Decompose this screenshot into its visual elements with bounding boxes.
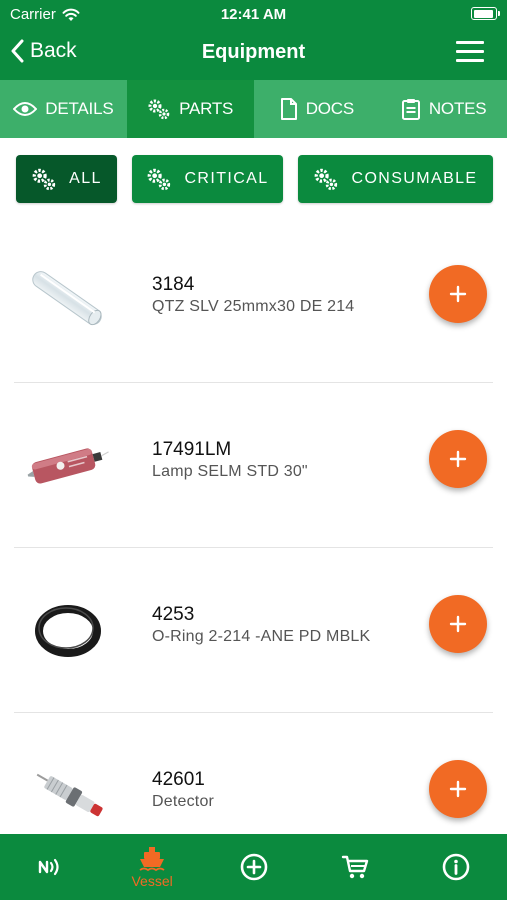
status-bar: Carrier 12:41 AM xyxy=(0,0,507,28)
navigation-bar: Back Equipment xyxy=(0,28,507,78)
info-icon xyxy=(443,853,470,881)
gears-icon xyxy=(148,168,171,191)
add-circle-icon xyxy=(240,853,267,881)
tab-add[interactable] xyxy=(203,834,304,900)
tab-nfc[interactable] xyxy=(0,834,101,900)
filter-all-label: ALL xyxy=(69,170,102,187)
part-number: 4253 xyxy=(152,604,195,625)
tab-parts-label: PARTS xyxy=(179,99,234,118)
filter-consumable-button[interactable]: CONSUMABLE xyxy=(298,155,493,203)
add-part-button[interactable] xyxy=(429,760,487,818)
part-description: Lamp SELM STD 30" xyxy=(152,463,308,480)
tab-docs-label: DOCS xyxy=(305,99,355,118)
page-title: Equipment xyxy=(201,41,306,63)
eye-icon xyxy=(13,102,38,116)
status-time: 12:41 AM xyxy=(220,6,287,23)
filter-consumable-label: CONSUMABLE xyxy=(351,170,478,187)
detector-image xyxy=(36,773,103,817)
list-item[interactable]: 4253 O-Ring 2-214 -ANE PD MBLK xyxy=(0,548,507,713)
filter-all-button[interactable]: ALL xyxy=(16,155,117,203)
part-number: 42601 xyxy=(152,769,205,790)
gears-icon xyxy=(32,168,56,191)
add-part-button[interactable] xyxy=(429,595,487,653)
uv-lamp-image xyxy=(27,448,109,484)
o-ring-image xyxy=(35,605,101,657)
gears-icon xyxy=(315,168,338,191)
tab-cart[interactable] xyxy=(304,834,405,900)
part-description: QTZ SLV 25mmx30 DE 214 xyxy=(152,298,355,315)
part-description: Detector xyxy=(152,793,215,810)
list-item[interactable]: 17491LM Lamp SELM STD 30" xyxy=(0,383,507,548)
list-item[interactable]: 3184 QTZ SLV 25mmx30 DE 214 xyxy=(0,218,507,383)
filter-critical-button[interactable]: CRITICAL xyxy=(132,155,283,203)
filter-chips: ALL CRITICAL CONSUMABLE xyxy=(0,138,507,218)
hamburger-menu-icon[interactable] xyxy=(456,41,484,63)
tab-notes[interactable]: NOTES xyxy=(380,80,507,138)
clipboard-icon xyxy=(401,99,420,120)
segment-tabs: DETAILS PARTS DOCS NOTES xyxy=(0,80,507,138)
plus-icon xyxy=(449,285,467,303)
gears-icon xyxy=(148,99,170,120)
tab-vessel-label: Vessel xyxy=(131,872,173,889)
app-header: Carrier 12:41 AM Back Equipment xyxy=(0,0,507,80)
nfc-icon xyxy=(38,858,59,876)
quartz-sleeve-image xyxy=(32,271,102,326)
tab-notes-label: NOTES xyxy=(428,99,487,118)
part-number: 3184 xyxy=(152,274,195,295)
tab-info[interactable] xyxy=(406,834,507,900)
cart-icon xyxy=(341,855,369,879)
tab-details[interactable]: DETAILS xyxy=(0,80,127,138)
tab-parts[interactable]: PARTS xyxy=(126,80,254,138)
add-part-button[interactable] xyxy=(429,265,487,323)
bottom-tab-bar: Vessel xyxy=(0,834,507,900)
battery-icon xyxy=(471,7,500,20)
filter-critical-label: CRITICAL xyxy=(184,170,269,187)
add-part-button[interactable] xyxy=(429,430,487,488)
ship-icon xyxy=(139,846,165,871)
tab-docs[interactable]: DOCS xyxy=(254,80,381,138)
tab-details-label: DETAILS xyxy=(45,99,114,118)
part-number: 17491LM xyxy=(152,439,232,460)
document-icon xyxy=(280,98,297,120)
plus-icon xyxy=(449,615,467,633)
part-description: O-Ring 2-214 -ANE PD MBLK xyxy=(152,628,371,645)
plus-icon xyxy=(449,450,467,468)
plus-icon xyxy=(449,780,467,798)
tab-vessel[interactable]: Vessel xyxy=(101,834,202,900)
